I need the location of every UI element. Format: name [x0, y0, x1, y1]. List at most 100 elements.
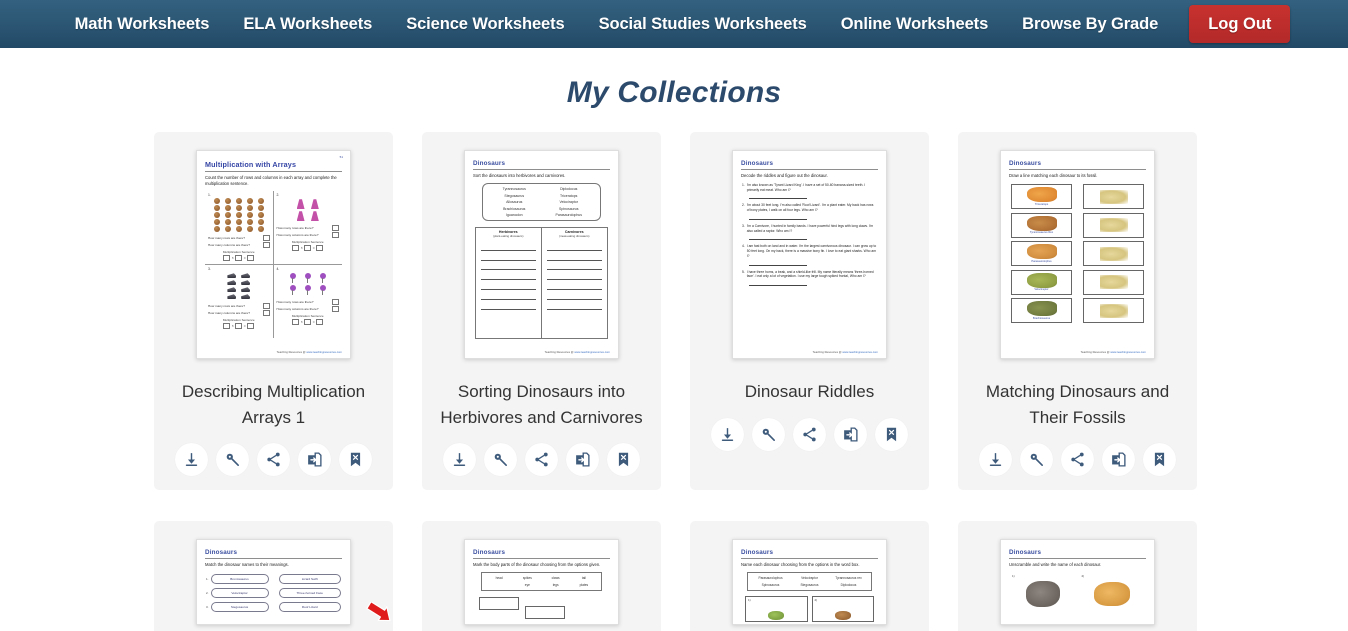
- nav-ela-worksheets[interactable]: ELA Worksheets: [226, 0, 389, 48]
- answer-box[interactable]: [262, 242, 270, 249]
- lollipop-array: [277, 271, 340, 297]
- download-icon[interactable]: [711, 417, 744, 451]
- riddle-item: 2. I'm about 30 feet long. I'm also calle…: [742, 203, 877, 220]
- worksheet-footer: Teaching Resources @ www.teachingresourc…: [812, 350, 878, 354]
- collection-card[interactable]: Dinosaurs Match the dinosaur names to th…: [154, 521, 393, 631]
- assign-icon[interactable]: [566, 443, 599, 476]
- column-subheader: (meat-eating dinosaurs): [558, 234, 590, 239]
- assign-icon[interactable]: [298, 443, 331, 476]
- answer-line[interactable]: [749, 216, 807, 220]
- assign-icon[interactable]: [1102, 443, 1135, 476]
- remove-from-collection-icon[interactable]: [607, 443, 640, 476]
- riddle-text: I am fast both on land and in water. I'm…: [746, 244, 877, 259]
- nav-online-worksheets[interactable]: Online Worksheets: [824, 0, 1005, 48]
- fossil-box: [1083, 298, 1144, 324]
- fossil-box: [1083, 241, 1144, 267]
- nav-science-worksheets[interactable]: Science Worksheets: [389, 0, 581, 48]
- name-pill: Brontosaurus: [210, 574, 269, 585]
- question-label: How many columns are there?: [276, 233, 319, 238]
- collection-card[interactable]: Dinosaurs Unscramble and write the name …: [958, 521, 1197, 631]
- riddle-text: I have three horns, a beak, and a shield…: [746, 269, 874, 279]
- answer-line[interactable]: [749, 262, 807, 266]
- worksheet-thumbnail[interactable]: Dinosaurs Sort the dinosaurs into herbiv…: [464, 150, 619, 359]
- answer-key-icon[interactable]: [484, 443, 517, 476]
- worksheet-page-number: 51: [339, 155, 343, 159]
- word-bank-item: Tyrannosaurus rex: [835, 576, 862, 581]
- answer-line[interactable]: [749, 195, 807, 200]
- nav-browse-by-grade[interactable]: Browse By Grade: [1005, 0, 1175, 48]
- collection-card[interactable]: Dinosaurs Name each dinosaur choosing fr…: [690, 521, 929, 631]
- answer-box[interactable]: [262, 234, 270, 241]
- logout-button[interactable]: Log Out: [1189, 5, 1291, 43]
- worksheet-problem: 2. How many rows are there? How many col…: [273, 191, 342, 266]
- answer-key-icon[interactable]: [1020, 443, 1053, 476]
- share-icon[interactable]: [793, 417, 826, 451]
- assign-icon[interactable]: [834, 417, 867, 451]
- sentence-label: Multiplication Sentence: [222, 318, 255, 323]
- answer-box[interactable]: [262, 310, 270, 317]
- collection-card[interactable]: 51 Multiplication with Arrays Count the …: [154, 132, 393, 490]
- collection-card[interactable]: Dinosaurs Sort the dinosaurs into herbiv…: [422, 132, 661, 490]
- worksheet-thumbnail[interactable]: Dinosaurs Decode the riddles and figure …: [732, 150, 887, 359]
- matching-grid: Triceratops Tyrannosaurus Rex Parasaurol…: [1009, 183, 1146, 324]
- word-bank-item: Parasaurolophus: [758, 576, 783, 581]
- worksheet-thumbnail[interactable]: 51 Multiplication with Arrays Count the …: [196, 150, 351, 359]
- collection-card[interactable]: Dinosaurs Decode the riddles and figure …: [690, 132, 929, 490]
- scramble-item: 1): [1011, 574, 1075, 614]
- word-bank-item: legs: [552, 583, 559, 588]
- nav-social-studies-worksheets[interactable]: Social Studies Worksheets: [582, 0, 824, 48]
- card-title: Matching Dinosaurs and Their Fossils: [985, 382, 1170, 427]
- download-icon[interactable]: [979, 443, 1012, 476]
- answer-box[interactable]: [332, 306, 339, 313]
- word-bank-item: Stegosaurus: [800, 582, 819, 587]
- share-icon[interactable]: [525, 443, 558, 476]
- worksheet-problem: 3. How many rows are there? How many col…: [205, 265, 274, 339]
- worksheet-heading: Dinosaurs: [1009, 549, 1146, 559]
- answer-box[interactable]: [332, 224, 339, 231]
- download-icon[interactable]: [443, 443, 476, 476]
- word-pool-item: Iguanodon: [505, 213, 523, 218]
- answer-boxes: [473, 597, 610, 620]
- answer-box[interactable]: 2): [811, 595, 874, 622]
- card-action-row: [711, 417, 908, 451]
- download-icon[interactable]: [175, 443, 208, 476]
- answer-box[interactable]: [525, 606, 565, 620]
- word-pool-item: Velociraptor: [559, 200, 578, 205]
- riddle-item: 4. I am fast both on land and in water. I…: [742, 244, 877, 266]
- answer-box[interactable]: 1): [745, 595, 808, 622]
- worksheet-thumbnail[interactable]: Dinosaurs Draw a line matching each dino…: [1000, 150, 1155, 359]
- column-subheader: (plant-eating dinosaurs): [493, 234, 524, 239]
- card-action-row: [443, 443, 640, 476]
- collection-card[interactable]: Dinosaurs Mark the body parts of the din…: [422, 521, 661, 631]
- worksheet-thumbnail[interactable]: Dinosaurs Unscramble and write the name …: [1000, 539, 1155, 625]
- worksheet-instructions: Unscramble and write the name of each di…: [1009, 562, 1102, 567]
- answer-key-icon[interactable]: [216, 443, 249, 476]
- worksheet-instructions: Name each dinosaur choosing from the opt…: [741, 562, 860, 567]
- fossil-box: [1083, 212, 1144, 238]
- answer-line[interactable]: [749, 282, 807, 286]
- dinosaur-box: Triceratops: [1011, 184, 1072, 210]
- worksheet-thumbnail[interactable]: Dinosaurs Mark the body parts of the din…: [464, 539, 619, 625]
- share-icon[interactable]: [257, 443, 290, 476]
- share-icon[interactable]: [1061, 443, 1094, 476]
- worksheet-instructions: Decode the riddles and figure out the di…: [741, 173, 828, 178]
- answer-box[interactable]: [332, 232, 339, 239]
- page-title: My Collections: [566, 76, 782, 109]
- answer-box[interactable]: [479, 597, 519, 611]
- remove-from-collection-icon[interactable]: [339, 443, 372, 476]
- remove-from-collection-icon[interactable]: [875, 417, 908, 451]
- answer-box[interactable]: [332, 298, 339, 305]
- word-bank: Parasaurolophus Velociraptor Tyrannosaur…: [747, 572, 872, 591]
- card-title: Sorting Dinosaurs into Herbivores and Ca…: [440, 382, 643, 427]
- collection-card[interactable]: Dinosaurs Draw a line matching each dino…: [958, 132, 1197, 490]
- worksheet-thumbnail[interactable]: Dinosaurs Name each dinosaur choosing fr…: [732, 539, 887, 625]
- answer-box[interactable]: [262, 302, 270, 309]
- card-title: Describing Multiplication Arrays 1: [181, 382, 366, 427]
- answer-key-icon[interactable]: [752, 417, 785, 451]
- remove-from-collection-icon[interactable]: [1143, 443, 1176, 476]
- collections-grid: 51 Multiplication with Arrays Count the …: [0, 132, 1348, 631]
- nav-math-worksheets[interactable]: Math Worksheets: [58, 0, 227, 48]
- answer-line[interactable]: [749, 236, 807, 241]
- worksheet-problem-grid: 1. How many rows are there? How many col…: [205, 191, 342, 339]
- worksheet-thumbnail[interactable]: Dinosaurs Match the dinosaur names to th…: [196, 539, 351, 625]
